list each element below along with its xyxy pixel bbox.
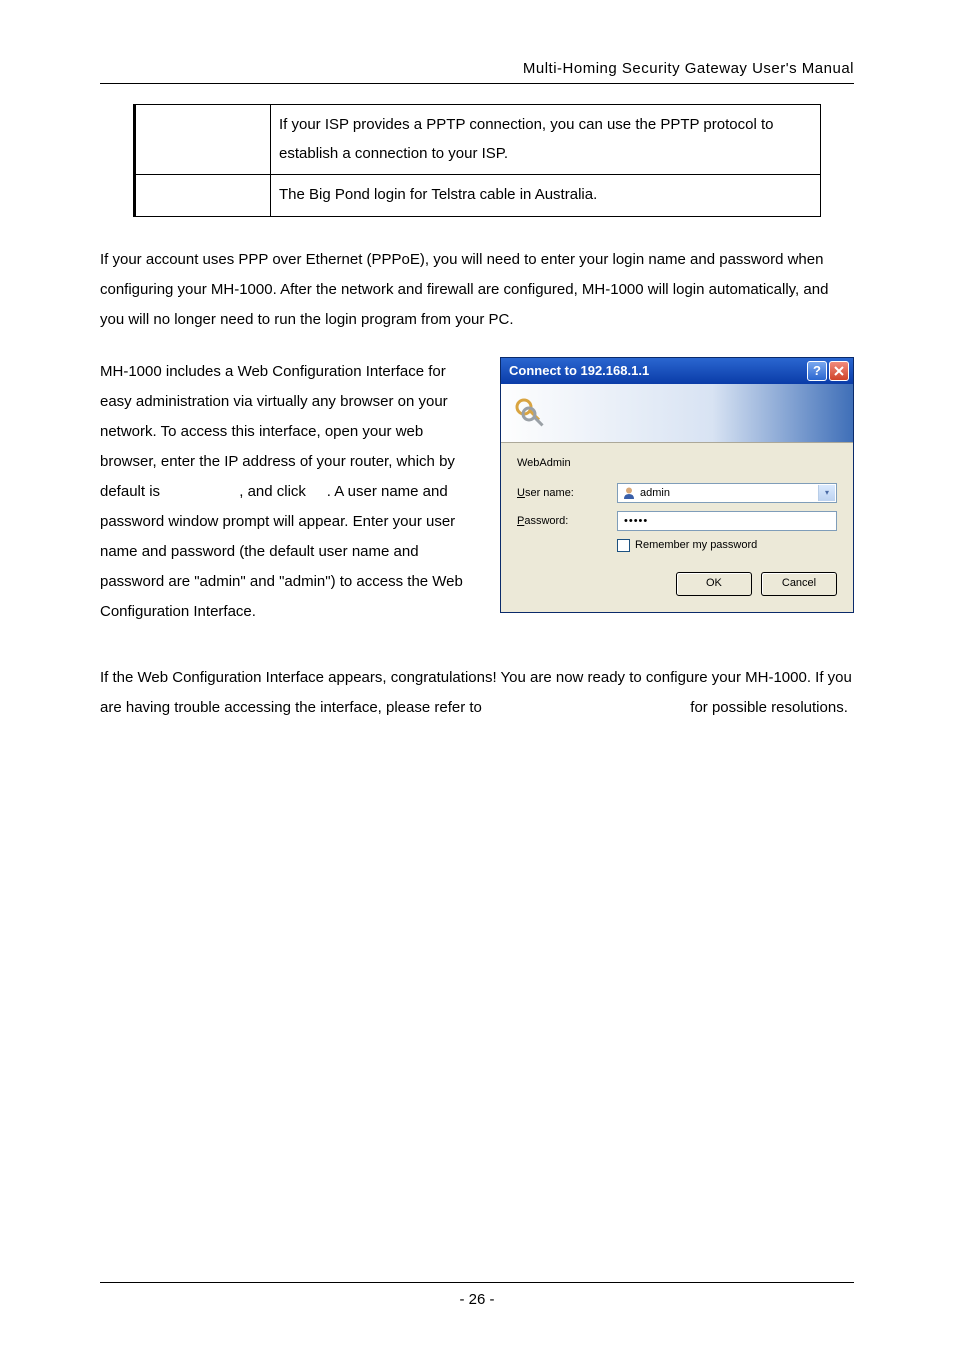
page-number: - 26 - xyxy=(100,1291,854,1308)
help-button[interactable]: ? xyxy=(807,361,827,381)
user-icon xyxy=(622,486,636,500)
realm-label: WebAdmin xyxy=(517,457,837,469)
remember-label: Remember my password xyxy=(635,539,757,551)
cell-type-2 xyxy=(135,175,271,217)
footer-rule xyxy=(100,1282,854,1283)
table-row: The Big Pond login for Telstra cable in … xyxy=(135,175,821,217)
table-row: If your ISP provides a PPTP connection, … xyxy=(135,105,821,175)
close-icon xyxy=(834,366,844,376)
username-label: User name: xyxy=(517,487,617,499)
password-label: Password: xyxy=(517,515,617,527)
chevron-down-icon[interactable]: ▾ xyxy=(818,485,835,501)
username-value: admin xyxy=(640,487,670,499)
paragraph-pppoe: If your account uses PPP over Ethernet (… xyxy=(100,245,854,335)
dialog-titlebar: Connect to 192.168.1.1 ? xyxy=(501,358,853,384)
cell-type-1 xyxy=(135,105,271,175)
close-button[interactable] xyxy=(829,361,849,381)
paragraph-congrats: If the Web Configuration Interface appea… xyxy=(100,663,854,723)
dialog-banner xyxy=(501,384,853,443)
cell-desc-2: The Big Pond login for Telstra cable in … xyxy=(271,175,821,217)
keys-icon xyxy=(513,396,547,430)
cancel-button[interactable]: Cancel xyxy=(761,572,837,596)
ok-button[interactable]: OK xyxy=(676,572,752,596)
dialog-title: Connect to 192.168.1.1 xyxy=(509,363,649,378)
remember-checkbox[interactable] xyxy=(617,539,630,552)
connection-types-table: If your ISP provides a PPTP connection, … xyxy=(133,104,821,217)
cell-desc-1: If your ISP provides a PPTP connection, … xyxy=(271,105,821,175)
password-value: ••••• xyxy=(624,515,648,527)
username-combo[interactable]: admin ▾ xyxy=(617,483,837,503)
header-title: Multi-Homing Security Gateway User's Man… xyxy=(100,60,854,77)
auth-dialog: Connect to 192.168.1.1 ? xyxy=(500,357,854,613)
header-rule xyxy=(100,83,854,84)
password-input[interactable]: ••••• xyxy=(617,511,837,531)
